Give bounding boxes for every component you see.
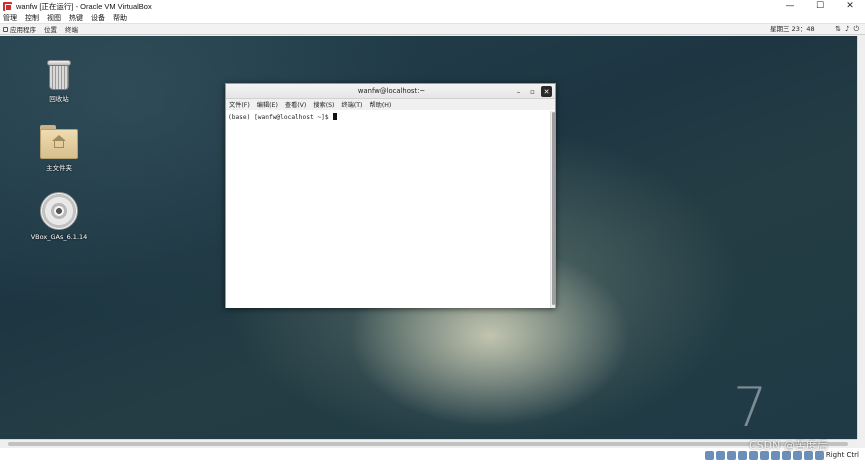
virtualbox-app-icon bbox=[3, 1, 12, 11]
desktop-icon-label: 主文件夹 bbox=[46, 164, 72, 172]
host-horizontal-scrollbar[interactable] bbox=[0, 439, 857, 448]
host-window-title: wanfw [正在运行] - Oracle VM VirtualBox bbox=[16, 1, 152, 11]
volume-icon: ♪ bbox=[844, 25, 850, 33]
desktop-icon-home[interactable]: 主文件夹 bbox=[24, 125, 94, 172]
applications-label: 应用程序 bbox=[10, 26, 36, 34]
wallpaper-digit: 7 bbox=[733, 376, 768, 439]
home-folder-icon bbox=[40, 125, 78, 159]
terminal-output[interactable]: (base) [wanfw@localhost ~]$ bbox=[226, 111, 551, 308]
menu-devices[interactable]: 设备 bbox=[91, 13, 105, 23]
desktop-icon-vbox-gas[interactable]: VBox_GAs_6.1.14 bbox=[24, 192, 94, 241]
terminal-titlebar[interactable]: wanfw@localhost:~ – ▫ ✕ bbox=[226, 84, 555, 99]
menu-control[interactable]: 控制 bbox=[25, 13, 39, 23]
guest-desktop[interactable]: 回收站 主文件夹 VBox_GAs_6.1.14 7 wanfw@localho… bbox=[0, 36, 857, 439]
close-button[interactable]: ✕ bbox=[835, 0, 865, 12]
terminal-scrollbar-thumb[interactable] bbox=[552, 112, 555, 305]
csdn-watermark: CSDN @苦度后 bbox=[749, 439, 828, 452]
terminal-menu-help[interactable]: 帮助(H) bbox=[369, 100, 391, 109]
terminal-menu-search[interactable]: 搜索(S) bbox=[313, 100, 334, 109]
host-key-label: Right Ctrl bbox=[825, 451, 859, 459]
host-statusbar: Right Ctrl bbox=[0, 448, 865, 464]
desktop-icon-trash[interactable]: 回收站 bbox=[24, 60, 94, 103]
power-icon: ⏻ bbox=[853, 25, 859, 33]
menu-help[interactable]: 帮助 bbox=[113, 13, 127, 23]
places-menu[interactable]: 位置 bbox=[44, 24, 57, 34]
host-vertical-scrollbar[interactable] bbox=[857, 36, 865, 439]
applications-icon bbox=[3, 26, 8, 32]
minimize-button[interactable]: — bbox=[775, 0, 805, 12]
host-menubar: 管理 控制 视图 热键 设备 帮助 bbox=[0, 12, 865, 24]
hard-disk-icon[interactable] bbox=[705, 451, 714, 460]
trash-icon bbox=[46, 60, 72, 90]
terminal-scrollbar[interactable] bbox=[550, 111, 555, 308]
desktop-icon-label: VBox_GAs_6.1.14 bbox=[30, 233, 88, 241]
network-icon: ⇅ bbox=[835, 25, 841, 33]
menu-view[interactable]: 视图 bbox=[47, 13, 61, 23]
terminal-title: wanfw@localhost:~ bbox=[357, 87, 426, 95]
terminal-prompt: (base) [wanfw@localhost ~]$ bbox=[228, 114, 333, 121]
terminal-maximize-button[interactable]: ▫ bbox=[527, 86, 538, 97]
guest-topbar: 应用程序 位置 终端 星期三 23：48 ⇅ ♪ ⏻ bbox=[0, 24, 865, 35]
terminal-minimize-button[interactable]: – bbox=[513, 86, 524, 97]
optical-drive-icon[interactable] bbox=[716, 451, 725, 460]
terminal-close-button[interactable]: ✕ bbox=[541, 86, 552, 97]
terminal-menu-terminal[interactable]: 终端(T) bbox=[341, 100, 362, 109]
disc-icon bbox=[40, 192, 78, 230]
terminal-window[interactable]: wanfw@localhost:~ – ▫ ✕ 文件(F) 编辑(E) 查看(V… bbox=[225, 83, 556, 308]
guest-clock[interactable]: 星期三 23：48 bbox=[770, 24, 815, 35]
audio-icon[interactable] bbox=[727, 451, 736, 460]
menu-manage[interactable]: 管理 bbox=[3, 13, 17, 23]
terminal-menu[interactable]: 终端 bbox=[65, 24, 78, 34]
desktop-icon-label: 回收站 bbox=[49, 95, 69, 103]
terminal-menubar: 文件(F) 编辑(E) 查看(V) 搜索(S) 终端(T) 帮助(H) bbox=[226, 99, 555, 110]
network-adapter-icon[interactable] bbox=[738, 451, 747, 460]
maximize-button[interactable]: ☐ bbox=[805, 0, 835, 12]
terminal-menu-file[interactable]: 文件(F) bbox=[229, 100, 250, 109]
host-titlebar: wanfw [正在运行] - Oracle VM VirtualBox — ☐ … bbox=[0, 0, 865, 12]
terminal-window-controls: – ▫ ✕ bbox=[513, 86, 552, 97]
system-tray[interactable]: ⇅ ♪ ⏻ bbox=[835, 26, 859, 33]
terminal-menu-view[interactable]: 查看(V) bbox=[285, 100, 306, 109]
terminal-cursor bbox=[333, 113, 338, 120]
applications-menu[interactable]: 应用程序 bbox=[3, 24, 36, 34]
menu-hotkey[interactable]: 热键 bbox=[69, 13, 83, 23]
terminal-menu-edit[interactable]: 编辑(E) bbox=[257, 100, 278, 109]
host-window-controls: — ☐ ✕ bbox=[775, 0, 865, 12]
host-horizontal-scrollbar-thumb[interactable] bbox=[8, 442, 848, 446]
